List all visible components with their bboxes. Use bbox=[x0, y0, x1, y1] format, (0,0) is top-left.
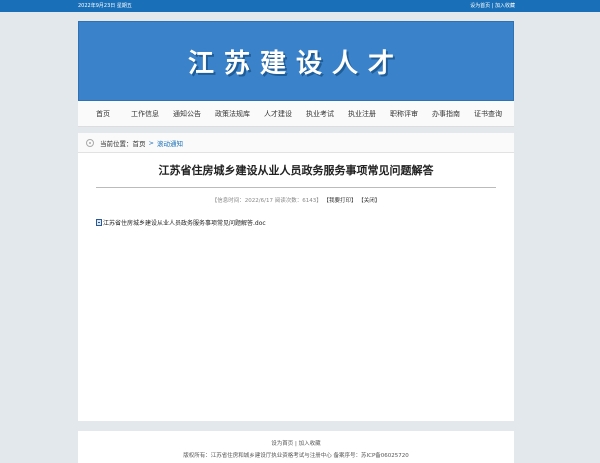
main-nav: 首页 工作信息 通知公告 政策法规库 人才建设 执业考试 执业注册 职称评审 办… bbox=[78, 101, 514, 127]
nav-item-certificate-query[interactable]: 证书查询 bbox=[467, 101, 509, 127]
article-meta: 【信息时间：2022/6/17 阅读次数：6143】 【我要打印】 【关闭】 bbox=[78, 196, 514, 204]
nav-item-exams[interactable]: 执业考试 bbox=[299, 101, 341, 127]
site-banner: 江苏建设人才 bbox=[78, 21, 514, 101]
title-divider bbox=[96, 187, 496, 188]
attachment-filename[interactable]: 江苏省住房城乡建设从业人员政务服务事项常见问题解答.doc bbox=[103, 218, 266, 227]
nav-item-work-info[interactable]: 工作信息 bbox=[124, 101, 166, 127]
set-home-link[interactable]: 设为首页 bbox=[470, 3, 490, 9]
breadcrumb-separator: > bbox=[148, 138, 154, 147]
nav-item-registration[interactable]: 执业注册 bbox=[341, 101, 383, 127]
breadcrumb-current-link[interactable]: 滚动通知 bbox=[157, 138, 183, 148]
nav-item-talent-building[interactable]: 人才建设 bbox=[257, 101, 299, 127]
main-content: 当前位置： 首页 > 滚动通知 江苏省住房城乡建设从业人员政务服务事项常见问题解… bbox=[78, 133, 514, 421]
breadcrumb: 当前位置： 首页 > 滚动通知 bbox=[78, 133, 514, 153]
site-title: 江苏建设人才 bbox=[187, 48, 404, 79]
footer-add-favorite-link[interactable]: 加入收藏 bbox=[299, 441, 321, 447]
word-doc-icon bbox=[96, 219, 102, 226]
current-date: 2022年9月23日 星期五 bbox=[78, 3, 132, 9]
nav-item-notices[interactable]: 通知公告 bbox=[166, 101, 208, 127]
footer-set-home-link[interactable]: 设为首页 bbox=[271, 441, 293, 447]
breadcrumb-label: 当前位置： bbox=[100, 139, 133, 148]
add-favorite-link[interactable]: 加入收藏 bbox=[495, 3, 515, 9]
attachment-link[interactable]: 江苏省住房城乡建设从业人员政务服务事项常见问题解答.doc bbox=[96, 218, 514, 227]
article-title: 江苏省住房城乡建设从业人员政务服务事项常见问题解答 bbox=[158, 164, 434, 177]
print-link[interactable]: 【我要打印】 bbox=[323, 198, 356, 204]
location-icon bbox=[86, 138, 94, 147]
article-meta-info: 【信息时间：2022/6/17 阅读次数：6143】 bbox=[211, 198, 322, 204]
nav-item-home[interactable]: 首页 bbox=[86, 101, 124, 127]
close-link[interactable]: 【关闭】 bbox=[358, 198, 380, 204]
footer-links: 设为首页 | 加入收藏 bbox=[78, 439, 514, 447]
top-bar: 2022年9月23日 星期五 设为首页 | 加入收藏 bbox=[0, 0, 600, 12]
footer-copyright: 版权所有：江苏省住房和城乡建设厅执业资格考试与注册中心 备案序号：苏ICP备06… bbox=[183, 453, 409, 459]
top-links: 设为首页 | 加入收藏 bbox=[470, 0, 515, 12]
breadcrumb-home-link[interactable]: 首页 bbox=[133, 138, 146, 148]
nav-item-policy-library[interactable]: 政策法规库 bbox=[208, 101, 257, 127]
nav-item-title-review[interactable]: 职称评审 bbox=[383, 101, 425, 127]
footer: 设为首页 | 加入收藏 版权所有：江苏省住房和城乡建设厅执业资格考试与注册中心 … bbox=[78, 431, 514, 463]
nav-item-guide[interactable]: 办事指南 bbox=[425, 101, 467, 127]
